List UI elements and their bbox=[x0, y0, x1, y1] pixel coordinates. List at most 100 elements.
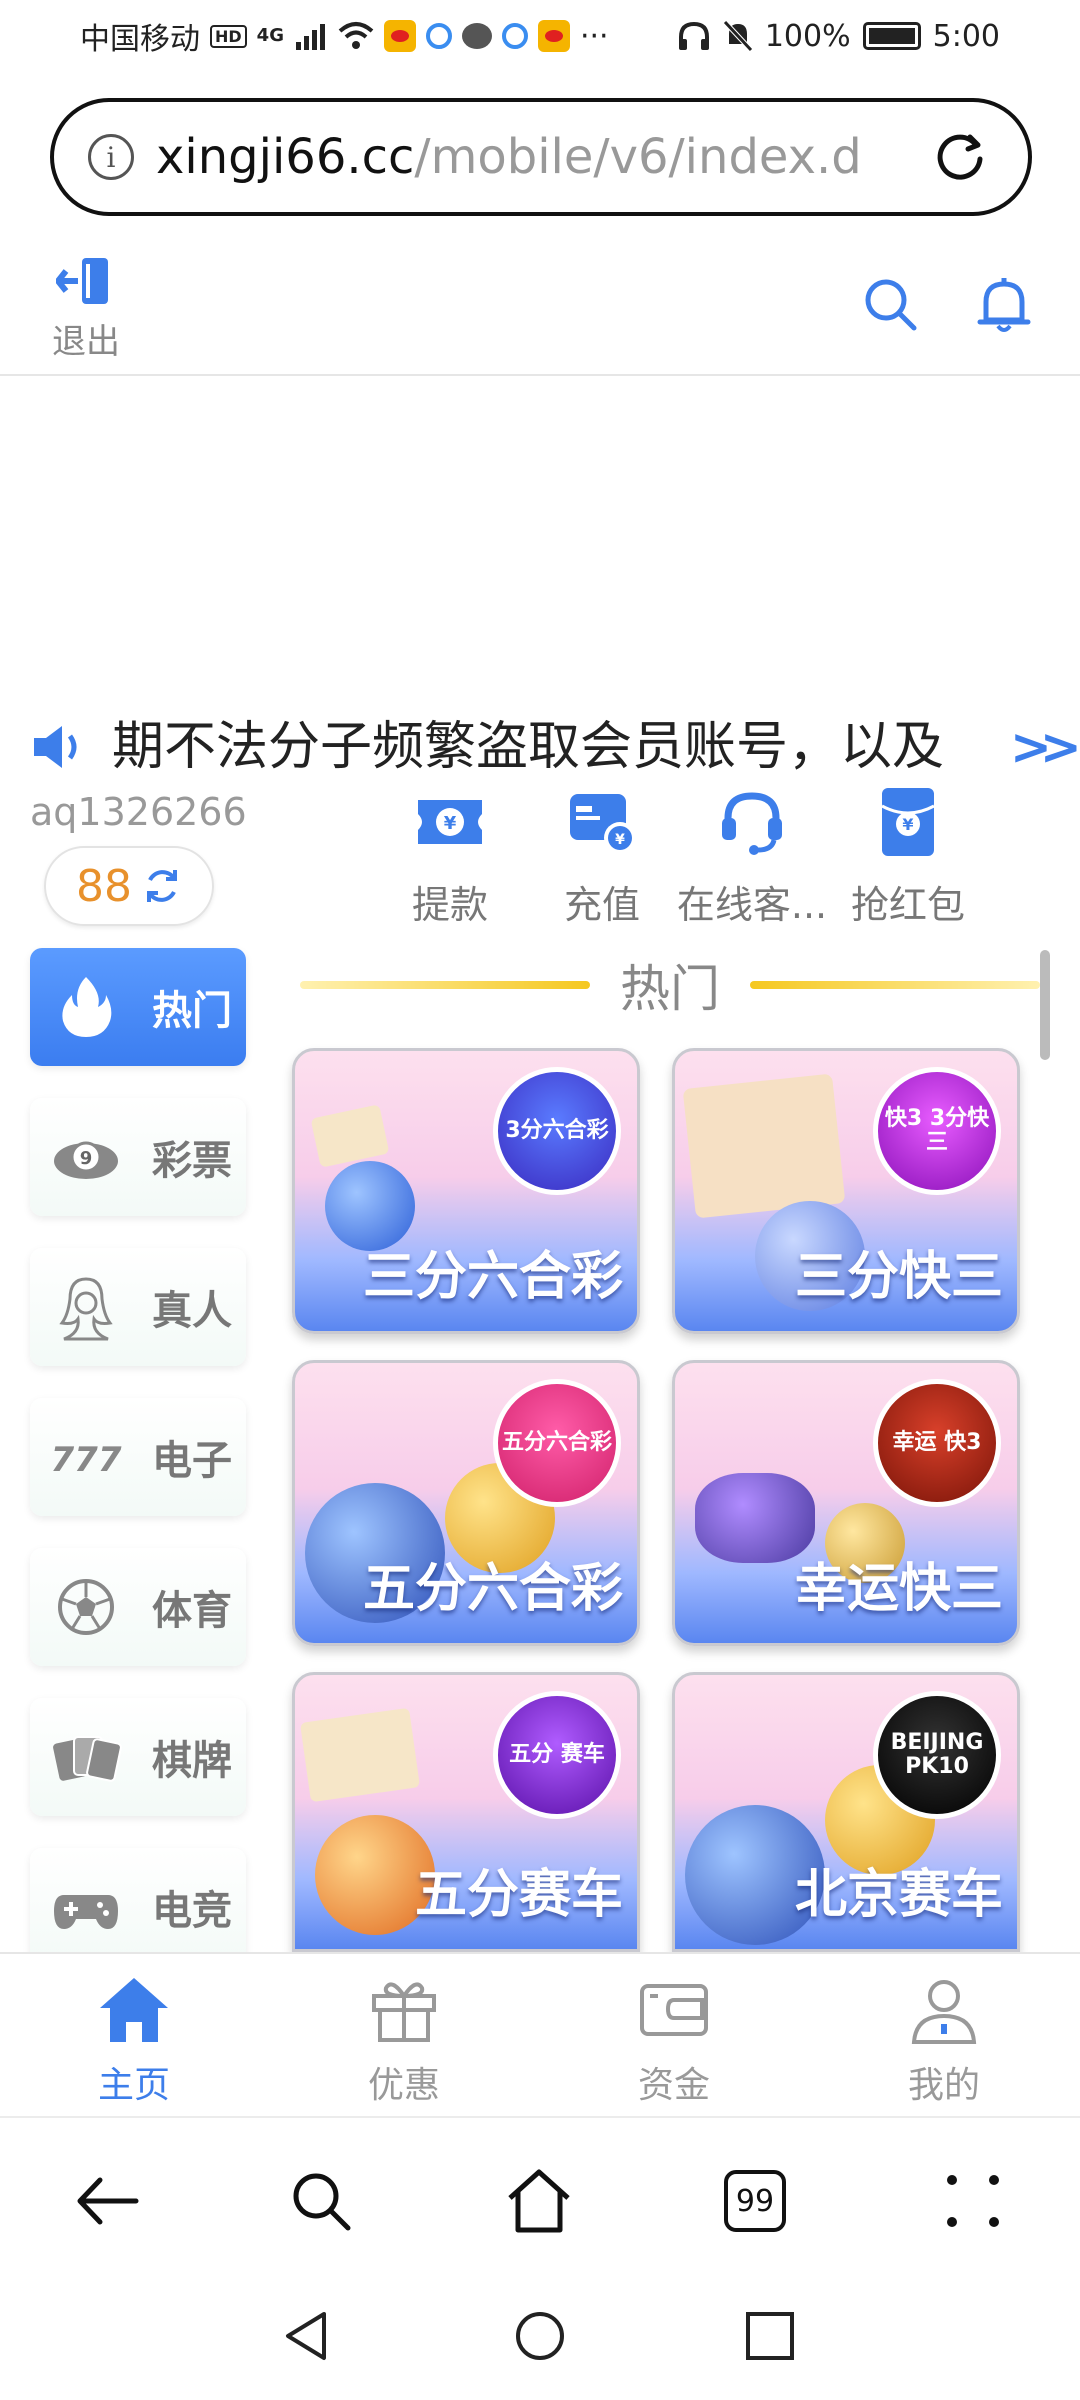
section-title-text: 热门 bbox=[620, 960, 720, 1018]
status-bar: 中国移动 HD 4G ··· 100% 5:00 bbox=[0, 0, 1080, 72]
lottery-balls-icon: 9 bbox=[54, 1141, 118, 1179]
double-chevron-right-icon[interactable]: >> bbox=[1010, 718, 1080, 776]
red-envelope-icon: ¥ bbox=[881, 788, 935, 856]
game-logo-text: BEIJING PK10 bbox=[890, 1729, 984, 1779]
game-logo-badge: 幸运 快3 bbox=[873, 1379, 1001, 1507]
search-icon[interactable] bbox=[286, 2166, 356, 2236]
hd-badge: HD bbox=[210, 24, 247, 48]
game-card[interactable]: 3分六合彩 三分六合彩 bbox=[292, 1048, 640, 1334]
system-recents-icon[interactable] bbox=[742, 2308, 798, 2364]
svg-text:¥: ¥ bbox=[902, 815, 913, 834]
url-host: xingji66.cc bbox=[156, 129, 415, 185]
svg-text:777: 777 bbox=[51, 1440, 122, 1480]
carrier-name: 中国移动 bbox=[80, 22, 200, 57]
headphones-icon bbox=[678, 21, 709, 50]
url-path: /mobile/v6/index.d bbox=[414, 129, 862, 185]
sidebar-item-label: 体育 bbox=[152, 1588, 232, 1634]
withdraw-button[interactable]: ¥ 提款 bbox=[370, 784, 530, 929]
scrollbar[interactable] bbox=[1040, 950, 1050, 1060]
game-logo-badge: BEIJING PK10 bbox=[873, 1691, 1001, 1819]
recharge-button[interactable]: ¥ 充值 bbox=[522, 784, 682, 929]
tab-label: 主页 bbox=[97, 2065, 170, 2106]
game-title: 五分六合彩 bbox=[362, 1559, 623, 1619]
game-card[interactable]: 五分六合彩 五分六合彩 bbox=[292, 1360, 640, 1646]
title-line-left bbox=[300, 981, 590, 989]
balance-value: 88 bbox=[76, 860, 132, 912]
site-info-icon[interactable]: i bbox=[88, 134, 134, 180]
refresh-balance-icon[interactable] bbox=[142, 866, 182, 906]
gamepad-icon bbox=[54, 1895, 118, 1929]
tabs-count-button[interactable]: 99 bbox=[724, 2170, 786, 2232]
system-back-icon[interactable] bbox=[280, 2308, 336, 2364]
game-logo-text: 五分 赛车 bbox=[509, 1741, 605, 1767]
menu-dots-icon[interactable] bbox=[938, 2166, 1008, 2236]
location-app-icon bbox=[425, 23, 452, 49]
weibo-icon-2 bbox=[537, 20, 570, 52]
system-home-icon[interactable] bbox=[512, 2308, 568, 2364]
title-line-right bbox=[750, 981, 1040, 989]
sidebar-item-esports[interactable]: 电竞 bbox=[30, 1848, 246, 1966]
game-card[interactable]: 五分 赛车 五分赛车 bbox=[292, 1672, 640, 1952]
red-envelope-button[interactable]: ¥ 抢红包 bbox=[828, 784, 988, 929]
signal-icon bbox=[295, 24, 325, 50]
battery-percent: 100% bbox=[764, 18, 851, 54]
sidebar-item-label: 电子 bbox=[152, 1438, 232, 1484]
username: aq1326266 bbox=[30, 790, 247, 834]
game-card[interactable]: BEIJING PK10 北京赛车 bbox=[672, 1672, 1020, 1952]
url-text[interactable]: xingji66.cc/mobile/v6/index.d bbox=[156, 129, 926, 185]
logout-label: 退出 bbox=[52, 322, 120, 362]
tab-profile[interactable]: 我的 bbox=[864, 1972, 1024, 2108]
tab-funds[interactable]: 资金 bbox=[594, 1972, 754, 2108]
home-icon[interactable] bbox=[504, 2166, 574, 2236]
sidebar-item-hot[interactable]: 热门 bbox=[30, 948, 246, 1066]
bottom-tab-bar: 主页 优惠 资金 我的 bbox=[0, 1952, 1080, 2116]
withdraw-ticket-icon: ¥ bbox=[418, 800, 482, 844]
svg-text:¥: ¥ bbox=[444, 813, 457, 834]
search-icon[interactable] bbox=[862, 276, 918, 332]
tab-label: 我的 bbox=[907, 2065, 980, 2106]
game-logo-text: 五分六合彩 bbox=[501, 1429, 612, 1455]
notification-bell-icon[interactable] bbox=[976, 276, 1032, 336]
game-logo-badge: 五分六合彩 bbox=[493, 1379, 621, 1507]
battery-icon bbox=[862, 22, 921, 50]
quick-action-label: 提款 bbox=[411, 883, 488, 927]
browser-toolbar: 99 bbox=[0, 2116, 1080, 2286]
address-bar[interactable]: i xingji66.cc/mobile/v6/index.d bbox=[50, 98, 1032, 216]
reload-icon[interactable] bbox=[932, 129, 988, 185]
home-icon bbox=[100, 1978, 168, 2042]
location-app-icon-2 bbox=[501, 23, 528, 49]
game-logo-text: 3分六合彩 bbox=[505, 1117, 609, 1143]
sidebar-item-slots[interactable]: 777 电子 bbox=[30, 1398, 246, 1516]
back-arrow-icon[interactable] bbox=[72, 2166, 142, 2236]
weibo-icon bbox=[383, 20, 416, 52]
sidebar-item-cards[interactable]: 棋牌 bbox=[30, 1698, 246, 1816]
game-logo-badge: 3分六合彩 bbox=[493, 1067, 621, 1195]
game-card[interactable]: 幸运 快3 幸运快三 bbox=[672, 1360, 1020, 1646]
sidebar-item-label: 热门 bbox=[152, 988, 232, 1034]
gift-icon bbox=[372, 1982, 436, 2042]
sidebar-item-live[interactable]: 真人 bbox=[30, 1248, 246, 1366]
network-type: 4G bbox=[256, 25, 284, 46]
section-title: 热门 bbox=[300, 952, 1040, 1018]
game-title: 三分六合彩 bbox=[362, 1247, 623, 1307]
quick-action-label: 抢红包 bbox=[850, 883, 965, 927]
slot-777-icon: 777 bbox=[51, 1440, 122, 1480]
logout-button[interactable]: 退出 bbox=[46, 254, 126, 363]
game-card[interactable]: 快3 3分快三 三分快三 bbox=[672, 1048, 1020, 1334]
sidebar-item-lottery[interactable]: 9 彩票 bbox=[30, 1098, 246, 1216]
bingo-ticket bbox=[310, 1104, 390, 1168]
app-header: 退出 bbox=[0, 246, 1080, 376]
clock: 5:00 bbox=[932, 18, 1000, 54]
tab-home[interactable]: 主页 bbox=[54, 1972, 214, 2108]
lottery-ticket bbox=[299, 1707, 421, 1803]
live-dealer-icon bbox=[59, 1277, 113, 1341]
tab-promotions[interactable]: 优惠 bbox=[324, 1972, 484, 2108]
sidebar-item-sports[interactable]: 体育 bbox=[30, 1548, 246, 1666]
playing-cards-icon bbox=[53, 1736, 122, 1782]
customer-service-button[interactable]: 在线客... bbox=[672, 784, 832, 929]
announcement-bar[interactable]: 期不法分子频繁盗取会员账号，以及 >> bbox=[0, 712, 1080, 782]
flame-icon bbox=[62, 977, 112, 1037]
logout-icon bbox=[55, 258, 108, 304]
balance-pill[interactable]: 88 bbox=[44, 846, 214, 926]
speaker-icon bbox=[34, 726, 77, 768]
